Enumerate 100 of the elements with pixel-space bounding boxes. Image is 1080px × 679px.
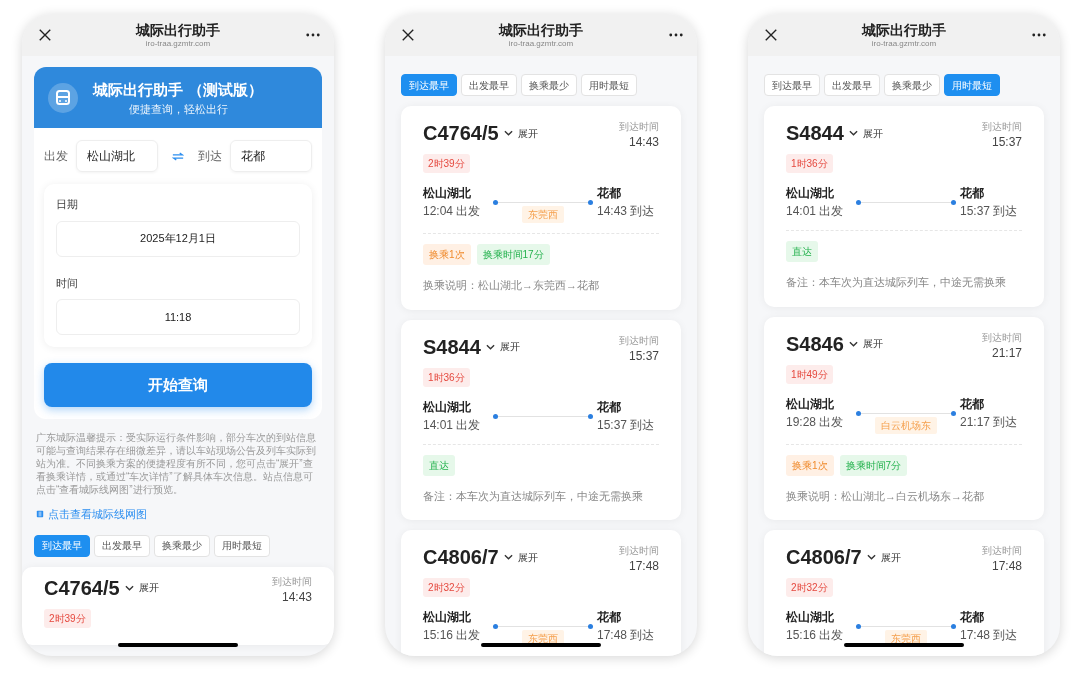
arrival-station: 花都 [597, 185, 622, 202]
sort-tab[interactable]: 换乘最少 [521, 74, 577, 96]
from-label: 出发 [44, 148, 68, 165]
sort-tab[interactable]: 换乘最少 [884, 74, 940, 96]
departure-station: 松山湖北 [423, 609, 472, 626]
tag: 直达 [423, 454, 455, 476]
chevron-down-icon [503, 130, 513, 136]
expand-link[interactable]: 展开 [517, 125, 538, 141]
tag: 直达 [786, 241, 818, 262]
arrival-time: 14:43 [628, 134, 659, 150]
trip-card[interactable]: C4806/7 展开 到达时间 17:48 2时32分 松山湖北 15:16 出发 东莞西 花都 17:48 到达 [764, 530, 1044, 656]
arrival-label: 到达时间 [982, 544, 1022, 558]
duration-badge: 1时36分 [786, 154, 833, 173]
trip-card[interactable]: C4764/5 展开 到达时间 14:43 2时39分 松山湖北 12:04 出发 东莞西 花都 14:43 到达 换乘1次 换乘时间17分 换乘说明：松山湖北→东莞西→花都 [401, 106, 681, 310]
search-button[interactable]: 开始查询 [44, 363, 312, 407]
trip-note: 换乘说明：松山湖北→白云机场东→花都 [786, 488, 985, 504]
chevron-down-icon [485, 343, 495, 350]
via-station-label: 白云机场东 [875, 416, 937, 434]
more-icon[interactable] [1032, 33, 1046, 37]
to-station-field[interactable]: 花都 [230, 140, 312, 172]
expand-link[interactable]: 展开 [880, 549, 901, 565]
time-label: 时间 [56, 275, 79, 291]
departure-time: 15:16 出发 [423, 627, 482, 644]
arrival-label: 到达时间 [272, 574, 312, 589]
departure-time: 14:01 出发 [786, 203, 845, 220]
train-number: S4844 [786, 121, 844, 146]
chevron-down-icon [848, 130, 858, 136]
tag: 换乘时间17分 [476, 244, 550, 265]
arrival-label: 到达时间 [619, 544, 659, 558]
chevron-down-icon [503, 554, 513, 560]
via-station-label: 东莞西 [522, 206, 564, 223]
departure-time: 12:04 出发 [423, 203, 482, 220]
tag: 换乘时间7分 [839, 454, 908, 476]
sort-tab[interactable]: 出发最早 [461, 74, 517, 96]
train-number: C4764/5 [423, 121, 499, 146]
trip-card[interactable]: C4764/5 展开 到达时间 14:43 2时39分 [22, 566, 334, 645]
arrival-label: 到达时间 [619, 333, 659, 348]
bus-icon [48, 82, 78, 113]
arrival-label: 到达时间 [982, 330, 1022, 345]
sort-tab[interactable]: 出发最早 [824, 74, 880, 96]
sort-tab[interactable]: 换乘最少 [154, 534, 210, 557]
trip-card[interactable]: S4844 展开 到达时间 15:37 1时36分 松山湖北 14:01 出发 花都 15:37 到达 直达 备注：本车次为直达城际列车，中途无需换乘 [764, 106, 1044, 307]
duration-badge: 2时32分 [786, 578, 833, 597]
expand-link[interactable]: 展开 [517, 549, 538, 565]
arrival-label: 到达时间 [982, 120, 1022, 134]
train-number: S4844 [423, 334, 481, 360]
date-label: 日期 [56, 197, 79, 212]
notice-text: 广东城际温馨提示：受实际运行条件影响，部分车次的到站信息可能与查询结果存在细微差异，请以车站现场公告及列车实际到站为准。不同换乘方案的便捷程度有所不同，您可点击“展开”查看换乘详情，或通过“车次详情”了解具体车次信息。站点信息可点击“查看城际线网图”进行预览。 [35, 431, 317, 496]
time-field[interactable]: 11:18 [56, 299, 300, 335]
arrival-time: 14:43 [281, 588, 312, 605]
departure-station: 松山湖北 [423, 398, 472, 416]
arrival-label: 到达时间 [619, 120, 659, 134]
page-title: 城际出行助手 [862, 21, 946, 39]
close-icon[interactable] [38, 28, 52, 42]
trip-card[interactable]: S4844 展开 到达时间 15:37 1时36分 松山湖北 14:01 出发 花都 15:37 到达 直达 备注：本车次为直达城际列车，中途无需换乘 [401, 319, 681, 520]
arrival-time-text: 15:37 到达 [960, 203, 1019, 220]
arrival-time: 21:17 [991, 344, 1022, 361]
trip-note: 备注：本车次为直达城际列车，中途无需换乘 [423, 488, 644, 504]
date-field[interactable]: 2025年12月1日 [56, 220, 300, 257]
sort-tab[interactable]: 用时最短 [214, 534, 270, 557]
train-number: C4806/7 [786, 545, 862, 570]
sort-tab[interactable]: 到达最早 [764, 74, 820, 96]
trip-card[interactable]: C4806/7 展开 到达时间 17:48 2时32分 松山湖北 15:16 出发 东莞西 花都 17:48 到达 [401, 530, 681, 656]
arrival-time-text: 21:17 到达 [960, 413, 1019, 431]
from-station-field[interactable]: 松山湖北 [76, 140, 158, 172]
departure-time: 19:28 出发 [786, 413, 845, 431]
arrival-time: 17:48 [628, 558, 659, 574]
train-number: C4764/5 [44, 575, 120, 601]
duration-badge: 1时36分 [423, 367, 470, 387]
arrival-station: 花都 [597, 398, 622, 416]
train-number: C4806/7 [423, 545, 499, 570]
trip-card[interactable]: S4846 展开 到达时间 21:17 1时49分 松山湖北 19:28 出发 白云机场东 花都 21:17 到达 换乘1次 换乘时间7分 换乘说明：松山湖北→白云机场东→花都 [764, 316, 1044, 520]
expand-link[interactable]: 展开 [499, 339, 520, 354]
arrival-time: 15:37 [991, 134, 1022, 150]
expand-link[interactable]: 展开 [862, 125, 883, 141]
arrival-time: 15:37 [628, 347, 659, 364]
tag: 换乘1次 [786, 454, 834, 476]
departure-station: 松山湖北 [786, 395, 835, 413]
train-number: S4846 [786, 331, 844, 357]
page-title: 城际出行助手 [499, 21, 583, 39]
close-icon[interactable] [401, 28, 415, 42]
departure-station: 松山湖北 [786, 609, 835, 626]
arrival-station: 花都 [597, 609, 622, 626]
map-icon [36, 510, 44, 519]
sort-tab[interactable]: 出发最早 [94, 534, 150, 557]
arrival-time-text: 17:48 到达 [597, 627, 656, 644]
arrival-time: 17:48 [991, 558, 1022, 574]
sort-tab[interactable]: 用时最短 [581, 74, 637, 96]
expand-link[interactable]: 展开 [138, 580, 159, 595]
departure-time: 14:01 出发 [423, 416, 482, 434]
to-label: 到达 [198, 148, 222, 165]
close-icon[interactable] [764, 28, 778, 42]
swap-icon[interactable] [172, 151, 184, 161]
more-icon[interactable] [669, 33, 683, 37]
chevron-down-icon [848, 340, 858, 347]
expand-link[interactable]: 展开 [862, 336, 883, 351]
more-icon[interactable] [306, 33, 320, 37]
page-title: 城际出行助手 [136, 21, 220, 39]
trip-note: 备注：本车次为直达城际列车，中途无需换乘 [786, 275, 1007, 290]
arrival-time-text: 17:48 到达 [960, 627, 1019, 644]
